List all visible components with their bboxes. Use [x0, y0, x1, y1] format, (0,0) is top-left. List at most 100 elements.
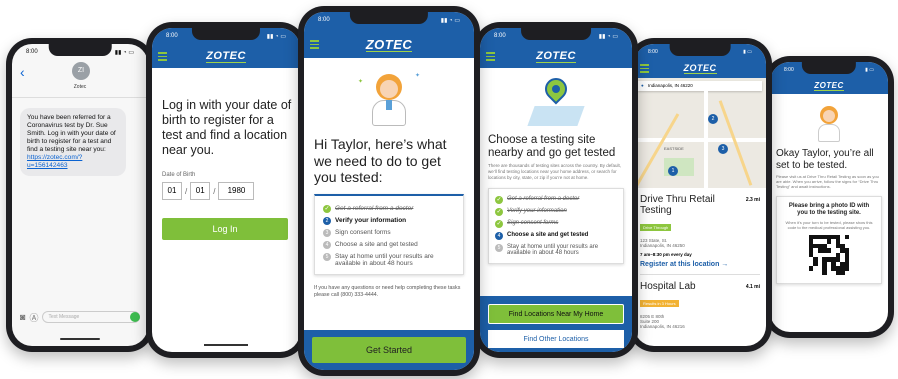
status-time: 8:00 — [648, 49, 658, 55]
find-near-home-button[interactable]: Find Locations Near My Home — [488, 304, 624, 324]
sms-text: You have been referred for a Coronavirus… — [27, 114, 116, 153]
zotec-logo: ZOTEC — [814, 80, 844, 91]
map-pin-1[interactable]: 1 — [668, 166, 678, 176]
app-header: ZOTEC — [634, 60, 766, 78]
location-pin-icon: ● — [641, 83, 644, 88]
sms-link[interactable]: https://zotec.com/?u=156142463 — [27, 154, 82, 169]
card-title: Please bring a photo ID with you to the … — [788, 203, 870, 216]
location-distance: 4.1 mi — [745, 284, 760, 290]
phone-confirmation: 8:00 ▮ ▭ ZOTEC Okay Taylor, you’re all se… — [764, 56, 894, 338]
zotec-logo: ZOTEC — [536, 50, 576, 63]
step-label: Choose a site and get tested — [507, 232, 589, 238]
app-header: ZOTEC — [152, 46, 300, 68]
date-separator: / — [213, 186, 216, 196]
check-icon: ✓ — [323, 204, 331, 213]
doctor-illustration: ✦ ✦ — [358, 72, 420, 128]
camera-icon[interactable]: ◙ — [20, 312, 25, 322]
back-chevron-icon[interactable]: ‹ — [20, 64, 25, 80]
app-showcase: 8:00 ▮▮ ◔ ▭ ‹ ZI Zotec You have been refe… — [0, 0, 898, 379]
month-input[interactable]: 01 — [162, 182, 182, 200]
message-input[interactable]: Text Message — [42, 311, 140, 323]
zotec-logo: ZOTEC — [683, 63, 717, 74]
contact-name: Zotec — [73, 84, 87, 90]
home-indicator — [60, 338, 100, 340]
status-time: 8:00 — [318, 17, 330, 23]
step-label: Stay at home until your results are avai… — [335, 252, 434, 267]
phone-login: 8:00 ▮▮ ◔ ▭ ZOTEC Log in with your date o… — [146, 22, 306, 358]
sms-bubble: You have been referred for a Coronavirus… — [20, 108, 126, 176]
menu-icon[interactable] — [158, 52, 167, 63]
location-name[interactable]: Hospital Lab — [640, 281, 696, 292]
phone-choose-site: 8:00 ▮▮ ◔ ▭ ZOTEC Choose a testing site n… — [474, 22, 638, 358]
page-body: There are thousands of testing sites acr… — [488, 163, 621, 180]
step-item: ✓ Verify your information — [495, 208, 617, 216]
page-title: Okay Taylor, you’re all set to be tested… — [776, 148, 874, 171]
year-input[interactable]: 1980 — [218, 182, 255, 200]
status-time: 8:00 — [494, 33, 506, 39]
register-link[interactable]: Register at this location → — [640, 261, 760, 268]
day-input[interactable]: 01 — [190, 182, 211, 200]
step-number: 2 — [323, 216, 331, 225]
step-number: 4 — [495, 232, 503, 240]
menu-icon[interactable] — [310, 40, 319, 51]
step-number: 4 — [323, 240, 331, 249]
menu-icon[interactable] — [486, 52, 495, 63]
page-title: Choose a testing site nearby and go get … — [488, 134, 616, 159]
location-name[interactable]: Drive Thru Retail Testing — [640, 194, 736, 216]
date-separator: / — [185, 186, 188, 196]
step-number: 5 — [323, 252, 331, 261]
status-time: 8:00 — [166, 33, 178, 39]
button-panel: Find Locations Near My Home Find Other L… — [480, 296, 632, 352]
cta-panel: Get Started — [304, 330, 474, 370]
login-button[interactable]: Log In — [162, 218, 288, 240]
page-title: Hi Taylor, here’s what we need to do to … — [314, 136, 447, 185]
map-pin-illustration — [527, 73, 585, 128]
find-other-locations-button[interactable]: Find Other Locations — [488, 330, 624, 348]
map[interactable]: ● Indianapolis, IN 46220 EASTSIDE 1 2 3 — [634, 78, 766, 188]
map-pin-3[interactable]: 3 — [718, 144, 728, 154]
step-label: Choose a site and get tested — [335, 240, 418, 248]
check-icon: ✓ — [495, 220, 503, 228]
dob-label: Date of Birth — [162, 172, 196, 178]
page-body: Please visit us at Drive Thru Retail Tes… — [776, 174, 879, 189]
status-time: 8:00 — [26, 49, 38, 55]
location-card-1[interactable]: Drive Thru Retail Testing 2.3 mi Drive T… — [640, 194, 760, 268]
get-started-button[interactable]: Get Started — [312, 337, 466, 363]
step-label: Get a referral from a doctor — [335, 204, 414, 212]
map-search-input[interactable]: ● Indianapolis, IN 46220 — [638, 81, 762, 91]
help-text: If you have any questions or need help c… — [314, 284, 461, 298]
step-label: Verify your information — [507, 208, 567, 214]
map-area-label: EASTSIDE — [664, 146, 684, 151]
zotec-logo: ZOTEC — [365, 37, 413, 52]
appstore-icon[interactable]: Ⓐ — [29, 311, 38, 324]
zotec-logo: ZOTEC — [206, 50, 246, 63]
send-icon[interactable] — [130, 312, 140, 322]
menu-icon[interactable] — [640, 64, 649, 75]
step-number: 5 — [495, 244, 503, 252]
steps-card: ✓ Get a referral from a doctor 2 Verify you… — [314, 193, 464, 275]
location-hours: 7 am–8:30 pm every day — [640, 252, 692, 257]
location-address-2: Indianapolis, IN 46250 — [640, 243, 685, 248]
sms-compose-bar: ◙ Ⓐ Text Message — [20, 310, 140, 324]
step-label: Sign consent forms — [507, 220, 559, 226]
step-label: Sign consent forms — [335, 228, 391, 236]
step-item: ✓ Sign consent forms — [495, 220, 617, 228]
step-item: ✓ Get a referral from a doctor — [323, 204, 455, 213]
step-item: 2 Verify your information — [323, 216, 455, 225]
id-card: Please bring a photo ID with you to the … — [776, 196, 882, 284]
map-pin-2[interactable]: 2 — [708, 114, 718, 124]
check-icon: ✓ — [495, 208, 503, 216]
status-time: 8:00 — [784, 67, 794, 73]
doctor-illustration — [812, 106, 846, 144]
step-item: 4 Choose a site and get tested — [323, 240, 455, 249]
location-card-2[interactable]: Hospital Lab 4.1 mi Results in 3 Hours 8… — [640, 281, 760, 329]
step-item: 4 Choose a site and get tested — [495, 232, 617, 240]
avatar[interactable]: ZI — [72, 62, 90, 80]
location-badge: Results in 3 Hours — [640, 300, 679, 307]
step-label: Stay at home until your results are avai… — [507, 244, 599, 256]
step-label: Verify your information — [335, 216, 407, 224]
phone-welcome: 8:00 ▮▮ ◔ ▭ ZOTEC ✦ ✦ Hi Taylor, here’s w… — [298, 6, 480, 376]
step-label: Get a referral from a doctor — [507, 196, 580, 202]
qr-code — [809, 235, 850, 276]
phone-sms: 8:00 ▮▮ ◔ ▭ ‹ ZI Zotec You have been refe… — [6, 38, 154, 352]
